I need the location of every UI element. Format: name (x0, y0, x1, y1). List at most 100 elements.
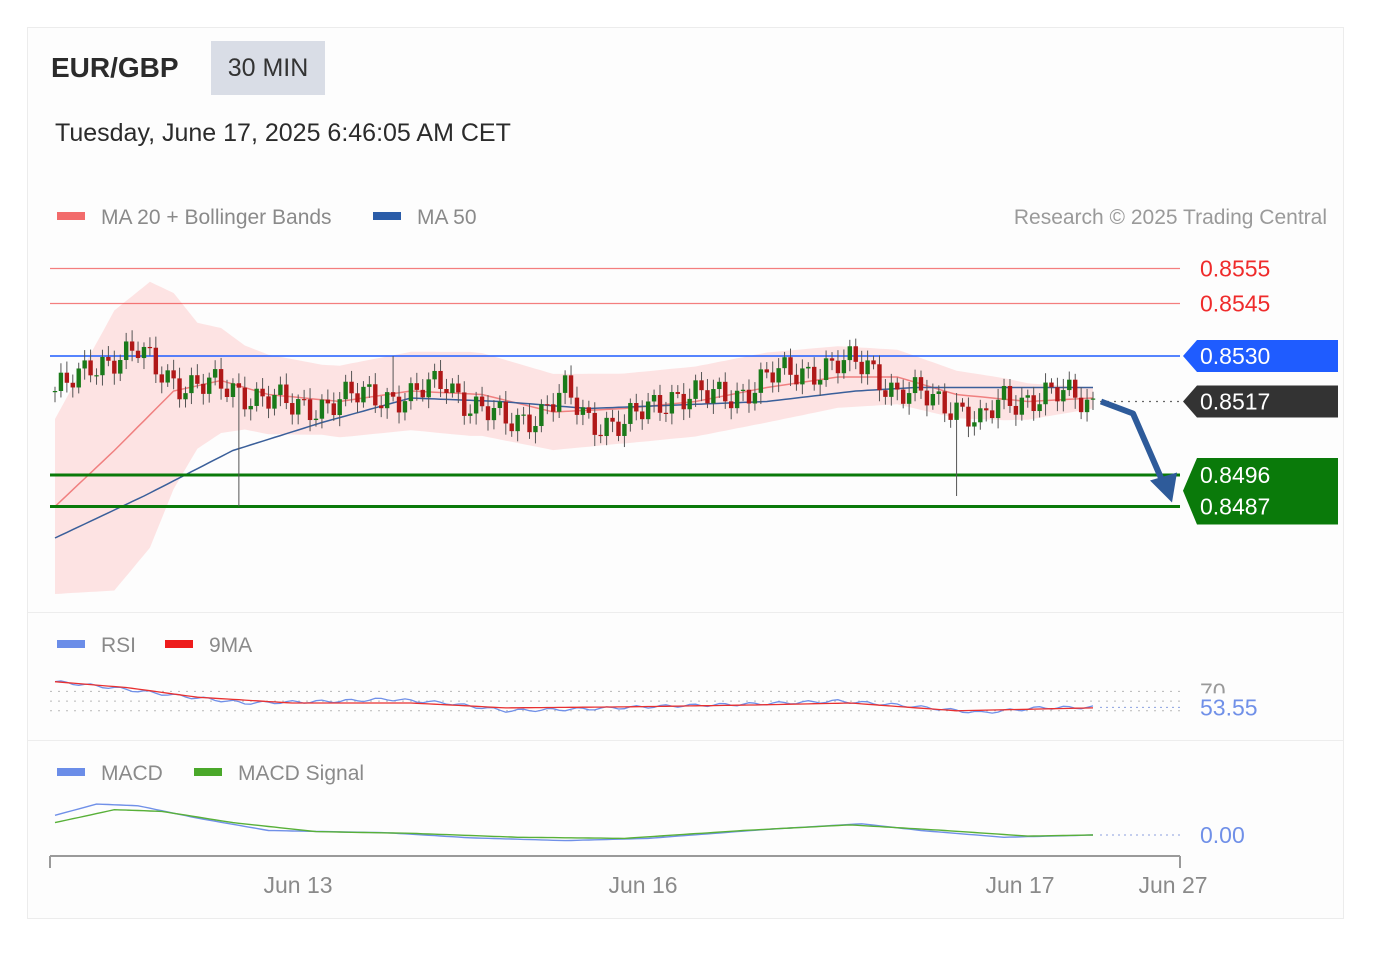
candle-body (681, 393, 686, 410)
candle-body (984, 408, 989, 411)
candle-body (978, 408, 983, 423)
candle-body (1090, 398, 1096, 400)
candle-body (972, 422, 977, 427)
x-tick-label: Jun 17 (985, 872, 1054, 898)
candle-body (699, 380, 704, 391)
candle-body (515, 414, 520, 432)
price-label-support: 0.8487 (1200, 494, 1270, 520)
candle-body (236, 383, 242, 388)
candle-body (118, 360, 123, 374)
candle-body (551, 404, 556, 412)
candle-body (468, 413, 473, 416)
candle-body (52, 391, 58, 393)
candle-body (195, 375, 200, 384)
candle-body (503, 401, 508, 424)
candle-body (141, 346, 147, 359)
candle-body (539, 404, 544, 427)
candle-body (562, 375, 568, 393)
candle-body (414, 383, 420, 390)
candle-body (1001, 385, 1007, 400)
candle-body (924, 390, 930, 406)
candle-body (669, 392, 675, 414)
x-tick-label: Jun 13 (263, 872, 332, 898)
candle-body (64, 372, 70, 383)
candle-body (337, 399, 342, 416)
candle-body (230, 383, 236, 398)
chart-canvas: 0.8555 0.8545 0.8530 0.8517 0.8496 0.8487 705… (49, 256, 1338, 898)
candle-body (782, 357, 787, 369)
macd-line (54, 803, 1094, 842)
candle-body (936, 391, 941, 395)
candle-body (432, 370, 437, 380)
candle-body (450, 383, 455, 393)
candle-body (266, 396, 271, 409)
candle-body (651, 395, 657, 402)
candle-body (212, 369, 218, 378)
candle-body (616, 421, 621, 436)
candle-body (841, 360, 847, 374)
candle-body (989, 410, 995, 419)
candle-body (788, 357, 793, 375)
candle-body (509, 423, 514, 432)
forecast-arrow-line (1099, 398, 1166, 484)
candle-body (960, 402, 965, 407)
candle-body (497, 401, 503, 409)
candle-body (533, 426, 538, 433)
candle-body (800, 368, 805, 385)
candle-body (675, 392, 680, 394)
x-tick-label: Jun 16 (608, 872, 677, 898)
candle-body (663, 412, 669, 414)
candle-body (123, 341, 129, 361)
candle-body (319, 399, 325, 419)
candle-body (640, 411, 645, 420)
candle-body (165, 370, 170, 383)
candle-body (847, 346, 853, 361)
candle-body (479, 396, 485, 407)
candle-body (574, 397, 580, 415)
candle-body (313, 418, 319, 421)
candle-body (930, 394, 936, 406)
candle-body (918, 377, 924, 391)
price-label-last: 0.8517 (1200, 389, 1270, 415)
candle-body (420, 389, 425, 398)
candle-body (1073, 379, 1078, 398)
candle-body (248, 405, 253, 410)
candle-body (598, 434, 603, 437)
rsi-9ma-line (54, 681, 1094, 712)
candle-body (361, 386, 366, 403)
candle-body (456, 383, 461, 393)
candle-body (776, 368, 781, 383)
candle-body (224, 388, 230, 398)
candle-body (325, 399, 331, 404)
candle-body (70, 382, 75, 388)
candle-body (883, 390, 888, 397)
candle-body (94, 375, 99, 377)
candle-body (794, 374, 799, 385)
candle-body (622, 423, 627, 436)
candle-body (1031, 395, 1036, 412)
candle-body (373, 384, 378, 406)
candle-body (521, 414, 526, 416)
candle-body (717, 381, 722, 390)
candle-body (746, 389, 752, 404)
candle-body (171, 370, 176, 379)
candle-body (1043, 382, 1048, 405)
candle-body (942, 391, 947, 414)
candle-body (159, 374, 164, 383)
candle-body (426, 379, 431, 398)
candle-body (384, 392, 390, 409)
candle-body (740, 389, 746, 391)
bollinger-band-area (55, 281, 1093, 594)
candle-body (764, 369, 769, 373)
candle-body (645, 401, 651, 420)
candle-body (100, 356, 105, 376)
candle-body (806, 366, 811, 369)
candle-body (912, 377, 918, 394)
candle-body (859, 361, 864, 375)
candle-body (877, 364, 882, 391)
candle-body (301, 399, 307, 401)
candle-body (355, 393, 360, 403)
macd-panel: 0.00 (54, 803, 1245, 848)
macd-signal-line (54, 808, 1094, 840)
candle-body (728, 401, 734, 409)
